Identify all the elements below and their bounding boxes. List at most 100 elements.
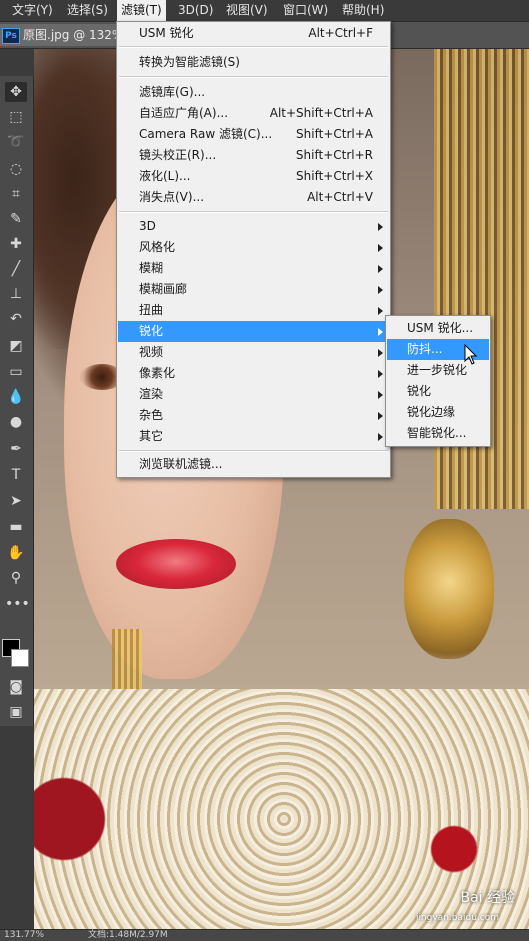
status-zoom[interactable]: 131.77% — [4, 930, 44, 941]
screen-mode-icon[interactable]: ▣ — [5, 702, 27, 722]
lasso-icon[interactable]: ➰ — [5, 132, 27, 152]
submenu-item-label: USM 锐化... — [407, 321, 474, 335]
menu-item-shortcut: Alt+Shift+Ctrl+A — [269, 106, 373, 120]
submenu-item-sharpen-edges[interactable]: 锐化边缘 — [387, 402, 489, 423]
menu-item-usm-last[interactable]: USM 锐化 Alt+Ctrl+F — [118, 23, 389, 44]
menu-item-label: 浏览联机滤镜... — [139, 457, 223, 471]
menu-item-shortcut: Alt+Ctrl+V — [307, 190, 373, 204]
menu-item-convert-smart[interactable]: 转换为智能滤镜(S) — [118, 52, 389, 73]
menu-item-shortcut: Shift+Ctrl+R — [295, 148, 373, 162]
submenu-item-unsharp-mask[interactable]: USM 锐化... — [387, 318, 489, 339]
submenu-arrow-icon — [378, 286, 383, 294]
quick-mask-icon[interactable]: ◙ — [5, 677, 27, 697]
submenu-arrow-icon — [378, 412, 383, 420]
menu-item-shortcut: Shift+Ctrl+X — [296, 169, 373, 183]
submenu-arrow-icon — [378, 328, 383, 336]
menu-item-label: 像素化 — [139, 366, 176, 380]
marquee-icon[interactable]: ⬚ — [5, 107, 27, 127]
menu-select[interactable]: 选择(S) — [63, 0, 112, 21]
submenu-item-label: 防抖... — [407, 342, 443, 356]
menu-item-vanishing-point[interactable]: 消失点(V)... Alt+Ctrl+V — [118, 187, 389, 208]
menu-item-pixelate[interactable]: 像素化 — [118, 363, 389, 384]
menu-item-adaptive-wide-angle[interactable]: 自适应广角(A)... Alt+Shift+Ctrl+A — [118, 103, 389, 124]
gradient-icon[interactable]: ▭ — [5, 362, 27, 382]
photo-dress — [34, 689, 529, 929]
menu-item-sharpen[interactable]: 锐化 — [118, 321, 389, 342]
menu-window[interactable]: 窗口(W) — [279, 0, 332, 21]
menu-item-label: 扭曲 — [139, 303, 164, 317]
eyedropper-icon[interactable]: ✎ — [5, 209, 27, 229]
menu-item-label: 滤镜库(G)... — [139, 85, 206, 99]
tools-panel: ✥ ⬚ ➰ ◌ ⌗ ✎ ✚ ╱ ⊥ ↶ ◩ ▭ 💧 ● ✒ T ➤ ▬ ✋ ⚲ … — [0, 76, 34, 726]
menu-3d[interactable]: 3D(D) — [174, 0, 217, 21]
rectangle-icon[interactable]: ▬ — [5, 517, 27, 537]
menu-help[interactable]: 帮助(H) — [338, 0, 388, 21]
filter-menu: USM 锐化 Alt+Ctrl+F 转换为智能滤镜(S) 滤镜库(G)... 自… — [116, 21, 391, 478]
dodge-icon[interactable]: ● — [5, 412, 27, 432]
menu-item-video[interactable]: 视频 — [118, 342, 389, 363]
menu-item-label: 模糊 — [139, 261, 164, 275]
photo-earring — [404, 519, 494, 659]
more-icon[interactable]: ••• — [5, 594, 30, 614]
menu-separator — [119, 76, 388, 78]
history-brush-icon[interactable]: ↶ — [5, 309, 27, 329]
quick-select-icon[interactable]: ◌ — [5, 159, 27, 179]
submenu-item-smart-sharpen[interactable]: 智能锐化... — [387, 423, 489, 444]
menu-item-distort[interactable]: 扭曲 — [118, 300, 389, 321]
submenu-item-label: 进一步锐化 — [407, 363, 468, 377]
menu-item-label: USM 锐化 — [139, 26, 194, 40]
menu-item-3d[interactable]: 3D — [118, 216, 389, 237]
photoshop-logo-icon: Ps — [2, 28, 20, 44]
submenu-arrow-icon — [378, 391, 383, 399]
menu-type[interactable]: 文字(Y) — [8, 0, 57, 21]
menu-item-label: 杂色 — [139, 408, 164, 422]
sharpen-submenu: USM 锐化... 防抖... 进一步锐化 锐化 锐化边缘 智能锐化... — [385, 315, 491, 447]
healing-icon[interactable]: ✚ — [5, 234, 27, 254]
menu-filter[interactable]: 滤镜(T) — [117, 0, 166, 21]
submenu-item-label: 锐化边缘 — [407, 405, 456, 419]
move-icon[interactable]: ✥ — [5, 82, 27, 102]
menu-item-noise[interactable]: 杂色 — [118, 405, 389, 426]
menu-item-lens-correction[interactable]: 镜头校正(R)... Shift+Ctrl+R — [118, 145, 389, 166]
menu-view[interactable]: 视图(V) — [222, 0, 272, 21]
menu-item-blur[interactable]: 模糊 — [118, 258, 389, 279]
crop-icon[interactable]: ⌗ — [5, 184, 27, 204]
hand-icon[interactable]: ✋ — [5, 543, 27, 563]
type-icon[interactable]: T — [5, 465, 27, 485]
status-doc-info: 文档:1.48M/2.97M — [88, 930, 168, 940]
menu-item-stylize[interactable]: 风格化 — [118, 237, 389, 258]
path-select-icon[interactable]: ➤ — [5, 491, 27, 511]
menu-separator — [119, 46, 388, 48]
submenu-item-sharpen[interactable]: 锐化 — [387, 381, 489, 402]
watermark-url: jingyan.baidu.com — [415, 913, 499, 923]
menu-item-browse-online[interactable]: 浏览联机滤镜... — [118, 454, 389, 475]
menu-item-camera-raw[interactable]: Camera Raw 滤镜(C)... Shift+Ctrl+A — [118, 124, 389, 145]
menu-item-label: 渲染 — [139, 387, 164, 401]
document-tab[interactable]: Ps 原图.jpg @ 132% — [0, 24, 123, 46]
submenu-arrow-icon — [378, 433, 383, 441]
menu-item-filter-gallery[interactable]: 滤镜库(G)... — [118, 82, 389, 103]
blur-icon[interactable]: 💧 — [5, 387, 27, 407]
menu-bar: 文字(Y) 选择(S) 滤镜(T) 3D(D) 视图(V) 窗口(W) 帮助(H… — [0, 0, 529, 22]
submenu-arrow-icon — [378, 265, 383, 273]
menu-item-blur-gallery[interactable]: 模糊画廊 — [118, 279, 389, 300]
menu-item-label: Camera Raw 滤镜(C)... — [139, 127, 273, 141]
menu-item-shortcut: Alt+Ctrl+F — [308, 26, 373, 40]
eraser-icon[interactable]: ◩ — [5, 336, 27, 356]
status-bar: 131.77% 文档:1.48M/2.97M — [0, 929, 529, 941]
menu-item-label: 风格化 — [139, 240, 176, 254]
brush-icon[interactable]: ╱ — [5, 259, 27, 279]
zoom-icon[interactable]: ⚲ — [5, 568, 27, 588]
menu-item-render[interactable]: 渲染 — [118, 384, 389, 405]
pen-icon[interactable]: ✒ — [5, 439, 27, 459]
menu-separator — [119, 211, 388, 213]
watermark-brand: Bai 经验 — [460, 890, 515, 906]
menu-item-label: 锐化 — [139, 324, 164, 338]
submenu-arrow-icon — [378, 223, 383, 231]
menu-item-shortcut: Shift+Ctrl+A — [296, 127, 373, 141]
menu-item-liquify[interactable]: 液化(L)... Shift+Ctrl+X — [118, 166, 389, 187]
menu-item-label: 液化(L)... — [139, 169, 191, 183]
stamp-icon[interactable]: ⊥ — [5, 284, 27, 304]
background-color-swatch[interactable] — [11, 649, 29, 667]
menu-item-other[interactable]: 其它 — [118, 426, 389, 447]
